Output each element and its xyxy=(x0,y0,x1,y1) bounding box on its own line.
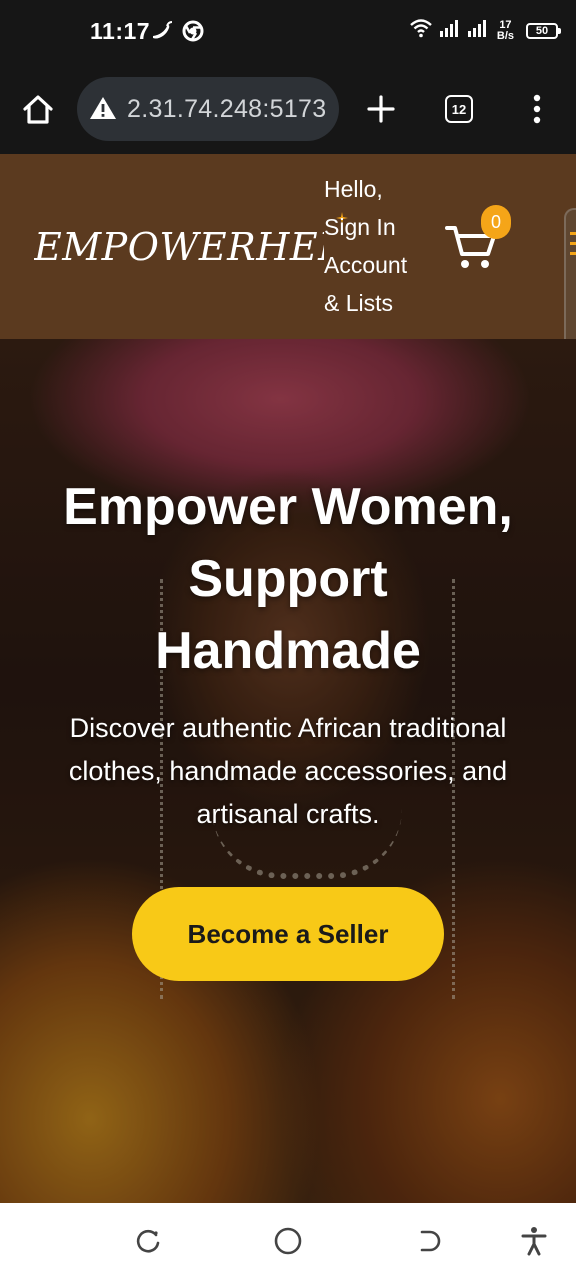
browser-menu-button[interactable] xyxy=(514,86,560,132)
menu-bar xyxy=(570,252,576,255)
network-speed-value: 17 xyxy=(499,18,512,31)
signal-icon xyxy=(439,18,461,43)
back-button[interactable] xyxy=(410,1223,446,1259)
recents-icon xyxy=(136,1229,160,1253)
wifi-icon xyxy=(409,18,433,43)
hero-subtitle-line: clothes, handmade accessories, and xyxy=(68,756,508,786)
status-time: 11:17 xyxy=(90,18,151,44)
recents-button[interactable] xyxy=(130,1223,166,1259)
chili-icon xyxy=(150,20,174,47)
browser-toolbar: 2.31.74.248:5173 12 xyxy=(0,64,576,154)
status-bar: 11:17 17 B/s 50 xyxy=(0,0,576,64)
accessibility-icon xyxy=(521,1227,547,1256)
back-icon xyxy=(420,1230,441,1252)
hero-title-line: Empower Women, xyxy=(63,478,513,536)
url-text[interactable]: 2.31.74.248:5173 xyxy=(127,95,337,124)
browser-home-button[interactable] xyxy=(14,86,62,134)
account-sign-in: Sign In xyxy=(324,214,396,240)
cart-count-badge: 0 xyxy=(481,205,511,239)
status-left-icons xyxy=(150,20,204,47)
more-vertical-icon xyxy=(533,94,541,124)
hero-subtitle: Discover authentic African traditional c… xyxy=(36,707,540,836)
menu-bar xyxy=(570,242,576,245)
account-lists: & Lists xyxy=(324,290,394,316)
chrome-icon xyxy=(182,20,204,47)
battery-icon: 50 xyxy=(526,22,561,39)
new-tab-button[interactable] xyxy=(358,86,404,132)
phone-screen: 11:17 17 B/s 50 2.31.74.248:5173 12 EMPO… xyxy=(0,0,576,1280)
brand-logo[interactable]: EMPOWERHER xyxy=(34,222,324,272)
account-greeting: Hello, xyxy=(324,176,383,202)
menu-bar xyxy=(570,232,576,235)
hero-title-line: Support xyxy=(188,550,388,608)
tab-switcher-button[interactable]: 12 xyxy=(436,86,482,132)
network-speed-unit: B/s xyxy=(496,29,514,42)
warning-icon[interactable] xyxy=(89,95,117,126)
hero-title-line: Handmade xyxy=(155,622,421,680)
hero-subtitle-line: Discover authentic African traditional xyxy=(69,713,507,743)
status-right-icons: 17 B/s 50 xyxy=(409,18,561,43)
home-circle-icon xyxy=(274,1227,302,1255)
hero-title: Empower Women, Support Handmade xyxy=(20,471,556,687)
accessibility-button[interactable] xyxy=(516,1223,552,1259)
account-label: Account xyxy=(324,252,408,278)
network-speed: 17 B/s xyxy=(496,18,514,42)
brand-logo-text: EMPOWERHER xyxy=(34,225,324,269)
tabs-icon: 12 xyxy=(445,95,473,123)
signal-icon xyxy=(467,18,489,43)
system-navigation-bar xyxy=(0,1203,576,1280)
address-bar[interactable]: 2.31.74.248:5173 xyxy=(77,77,339,141)
home-icon xyxy=(23,95,53,124)
tab-count: 12 xyxy=(451,101,467,117)
account-menu-link[interactable]: Hello, Sign In Account & Lists xyxy=(324,170,444,322)
system-home-button[interactable] xyxy=(270,1223,306,1259)
plus-icon xyxy=(367,95,395,123)
battery-level: 50 xyxy=(535,24,549,37)
hero-subtitle-line: artisanal crafts. xyxy=(196,799,380,829)
become-seller-button[interactable]: Become a Seller xyxy=(132,887,444,981)
hero-section: Empower Women, Support Handmade Discover… xyxy=(0,339,576,1203)
